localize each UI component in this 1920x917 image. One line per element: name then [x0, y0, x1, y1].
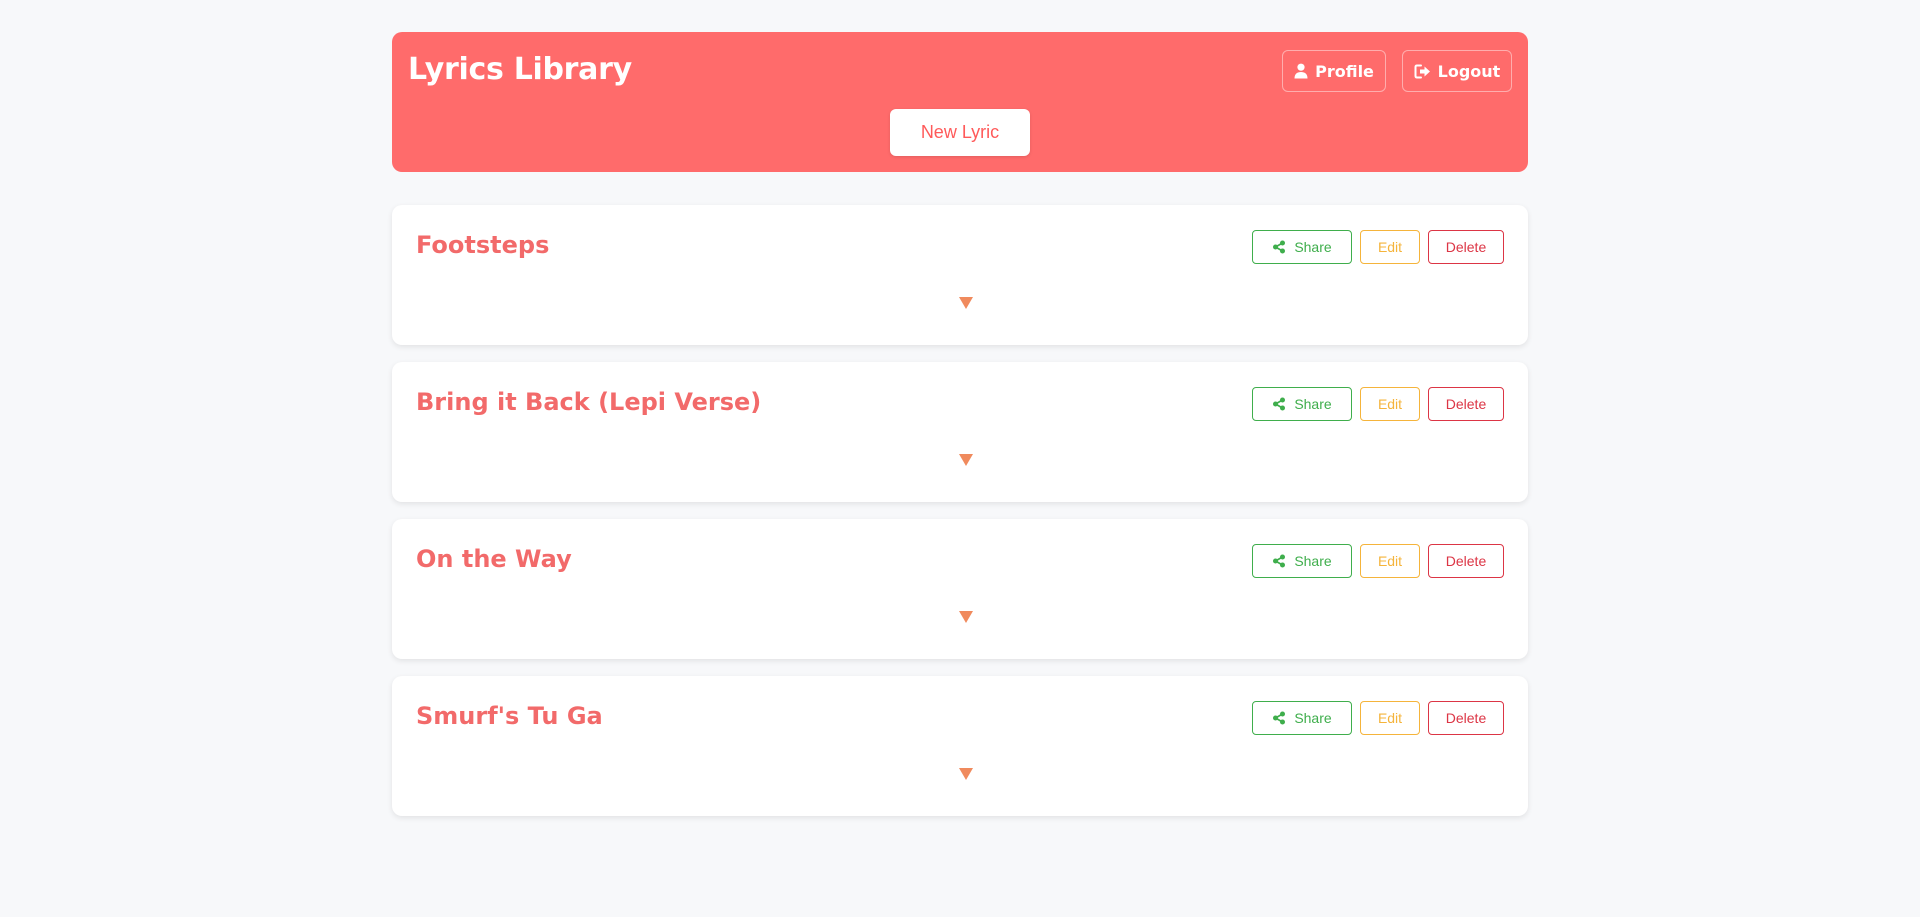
lyric-title: Bring it Back (Lepi Verse) — [416, 388, 762, 416]
app-container: Lyrics Library Profile Logout New Lyric … — [392, 32, 1528, 816]
delete-button[interactable]: Delete — [1428, 387, 1504, 421]
lyric-title: Footsteps — [416, 231, 550, 259]
lyric-actions: Share Edit Delete — [1252, 230, 1504, 264]
sign-out-icon — [1414, 64, 1430, 78]
share-button[interactable]: Share — [1252, 701, 1352, 735]
lyric-title: Smurf's Tu Ga — [416, 702, 603, 730]
lyrics-list: Footsteps Share Edit Delete Bring it Bac… — [392, 205, 1528, 833]
caret-down-icon[interactable] — [958, 610, 974, 624]
share-nodes-icon — [1273, 711, 1286, 725]
share-nodes-icon — [1273, 240, 1286, 254]
profile-button[interactable]: Profile — [1282, 50, 1386, 92]
delete-button[interactable]: Delete — [1428, 701, 1504, 735]
user-icon — [1294, 63, 1308, 79]
share-label: Share — [1294, 396, 1332, 412]
share-button[interactable]: Share — [1252, 230, 1352, 264]
lyric-actions: Share Edit Delete — [1252, 544, 1504, 578]
profile-label: Profile — [1315, 61, 1374, 81]
logout-button[interactable]: Logout — [1402, 50, 1512, 92]
lyric-actions: Share Edit Delete — [1252, 701, 1504, 735]
share-nodes-icon — [1273, 554, 1286, 568]
share-label: Share — [1294, 239, 1332, 255]
share-nodes-icon — [1273, 397, 1286, 411]
delete-button[interactable]: Delete — [1428, 230, 1504, 264]
edit-button[interactable]: Edit — [1360, 230, 1420, 264]
delete-button[interactable]: Delete — [1428, 544, 1504, 578]
share-label: Share — [1294, 710, 1332, 726]
logout-label: Logout — [1437, 61, 1501, 81]
app-title: Lyrics Library — [408, 52, 632, 87]
lyric-card: Footsteps Share Edit Delete — [392, 205, 1528, 345]
header: Lyrics Library Profile Logout New Lyric — [392, 32, 1528, 172]
share-button[interactable]: Share — [1252, 387, 1352, 421]
lyric-title: On the Way — [416, 545, 572, 573]
share-label: Share — [1294, 553, 1332, 569]
lyric-actions: Share Edit Delete — [1252, 387, 1504, 421]
edit-button[interactable]: Edit — [1360, 701, 1420, 735]
caret-down-icon[interactable] — [958, 453, 974, 467]
lyric-card: Bring it Back (Lepi Verse) Share Edit De… — [392, 362, 1528, 502]
edit-button[interactable]: Edit — [1360, 544, 1420, 578]
lyric-card: Smurf's Tu Ga Share Edit Delete — [392, 676, 1528, 816]
lyric-card: On the Way Share Edit Delete — [392, 519, 1528, 659]
new-lyric-button[interactable]: New Lyric — [890, 109, 1030, 156]
caret-down-icon[interactable] — [958, 767, 974, 781]
caret-down-icon[interactable] — [958, 296, 974, 310]
share-button[interactable]: Share — [1252, 544, 1352, 578]
edit-button[interactable]: Edit — [1360, 387, 1420, 421]
